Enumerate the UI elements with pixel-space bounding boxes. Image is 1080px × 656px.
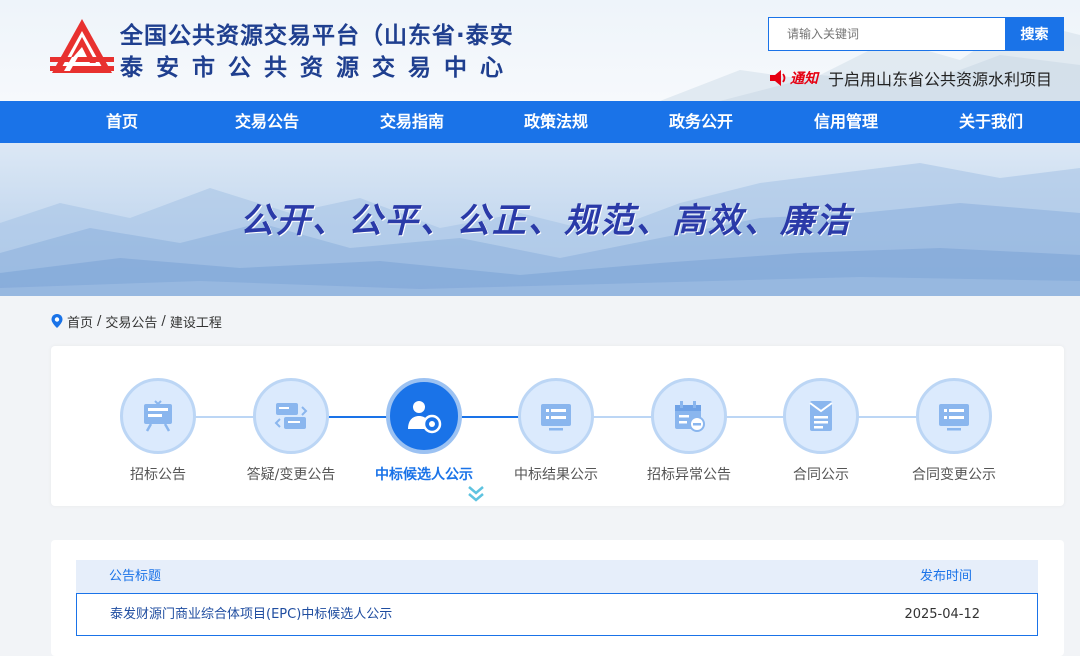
site-subtitle: 泰安市公共资源交易中心 xyxy=(120,55,516,81)
candidate-person-icon xyxy=(408,401,442,434)
step-circle xyxy=(916,378,992,454)
breadcrumb-item-construction: 建设工程 xyxy=(169,315,222,331)
step-bid-exception-announcement[interactable]: 招标异常公告 xyxy=(619,378,759,484)
search-bar: 搜索 xyxy=(768,17,1064,51)
breadcrumb-item-trade-announcements[interactable]: 交易公告 xyxy=(105,312,157,331)
process-steps-card: 招标公告 答疑/变更公告 中标候选人公示 中标结果公示 招标异常公告 合同公示 … xyxy=(51,346,1064,506)
column-header-date: 发布时间 xyxy=(919,569,972,584)
step-label: 答疑/变更公告 xyxy=(246,467,336,483)
breadcrumb-separator: / xyxy=(161,313,166,329)
step-label: 中标结果公示 xyxy=(514,467,598,483)
hero-banner: 公开、公平、公正、规范、高效、廉洁 xyxy=(0,143,1080,296)
banner-slogan: 公开、公平、公正、规范、高效、廉洁 xyxy=(240,201,852,241)
search-input[interactable] xyxy=(768,17,1005,51)
step-circle xyxy=(120,378,196,454)
column-header-title: 公告标题 xyxy=(109,569,162,584)
result-screen-icon xyxy=(541,404,571,431)
step-winning-result-publicity[interactable]: 中标结果公示 xyxy=(486,378,626,484)
site-title: 全国公共资源交易平台（山东省·泰安 xyxy=(120,23,514,49)
nav-item-credit-management[interactable]: 信用管理 xyxy=(791,101,901,143)
breadcrumb: 首页 / 交易公告 / 建设工程 xyxy=(50,311,222,331)
nav-item-about-us[interactable]: 关于我们 xyxy=(936,101,1046,143)
speaker-icon xyxy=(770,70,786,86)
calendar-exception-icon xyxy=(675,401,705,432)
contract-document-icon xyxy=(809,401,833,431)
step-contract-change-publicity[interactable]: 合同变更公示 xyxy=(884,378,1024,484)
step-label: 招标异常公告 xyxy=(647,467,731,483)
step-qa-change-announcement[interactable]: 答疑/变更公告 xyxy=(221,378,361,484)
contract-change-screen-icon xyxy=(939,404,969,431)
notice-ticker[interactable]: 通知 于启用山东省公共资源水利项目 xyxy=(768,66,1058,90)
exchange-cards-icon xyxy=(274,403,308,429)
step-label: 招标公告 xyxy=(130,467,186,483)
announcement-table-card: 公告标题 发布时间 泰发财源门商业综合体项目(EPC)中标候选人公示 2025-… xyxy=(51,540,1064,656)
step-winning-candidate-publicity[interactable]: 中标候选人公示 xyxy=(354,378,494,484)
step-circle xyxy=(253,378,329,454)
active-step-indicator-icon xyxy=(468,486,484,502)
site-logo-icon xyxy=(50,19,114,73)
nav-item-home[interactable]: 首页 xyxy=(67,101,177,143)
nav-item-trade-guide[interactable]: 交易指南 xyxy=(357,101,467,143)
search-button[interactable]: 搜索 xyxy=(1005,17,1064,51)
breadcrumb-separator: / xyxy=(97,313,102,329)
table-row[interactable]: 泰发财源门商业综合体项目(EPC)中标候选人公示 2025-04-12 xyxy=(76,593,1038,636)
nav-item-policies[interactable]: 政策法规 xyxy=(501,101,611,143)
step-bid-announcement[interactable]: 招标公告 xyxy=(88,378,228,484)
step-label: 中标候选人公示 xyxy=(375,467,473,483)
step-circle xyxy=(518,378,594,454)
site-header: 全国公共资源交易平台（山东省·泰安 泰安市公共资源交易中心 搜索 通知 于启用山… xyxy=(0,0,1080,101)
breadcrumb-item-home[interactable]: 首页 xyxy=(67,312,93,331)
table-header: 公告标题 发布时间 xyxy=(76,560,1038,593)
step-circle xyxy=(783,378,859,454)
step-circle xyxy=(386,378,462,454)
step-circle xyxy=(651,378,727,454)
notice-text[interactable]: 于启用山东省公共资源水利项目 xyxy=(828,66,1058,90)
announcement-date: 2025-04-12 xyxy=(904,607,980,622)
announcement-title-link[interactable]: 泰发财源门商业综合体项目(EPC)中标候选人公示 xyxy=(110,594,392,635)
nav-item-government-affairs[interactable]: 政务公开 xyxy=(646,101,756,143)
step-label: 合同变更公示 xyxy=(912,467,996,483)
step-label: 合同公示 xyxy=(793,467,849,483)
monitor-icon xyxy=(144,400,172,432)
nav-item-trade-announcements[interactable]: 交易公告 xyxy=(212,101,322,143)
notice-tag: 通知 xyxy=(790,71,818,87)
main-nav: 首页 交易公告 交易指南 政策法规 政务公开 信用管理 关于我们 xyxy=(0,101,1080,143)
step-contract-publicity[interactable]: 合同公示 xyxy=(751,378,891,484)
location-pin-icon xyxy=(51,314,63,328)
